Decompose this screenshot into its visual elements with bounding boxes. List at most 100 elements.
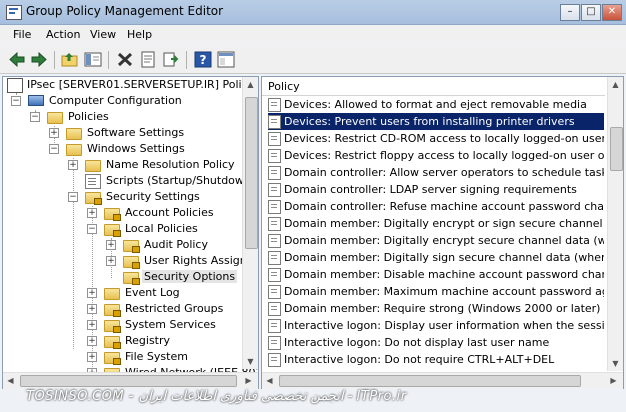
expand-toggle[interactable]: +	[106, 256, 116, 266]
menu-view[interactable]: View	[90, 28, 116, 41]
policy-name: Domain member: Digitally encrypt or sign…	[284, 217, 604, 230]
policy-row[interactable]: Domain member: Maximum machine account p…	[268, 283, 604, 300]
column-header-policy[interactable]: Policy	[262, 77, 605, 96]
export-icon[interactable]	[162, 51, 180, 68]
folder-icon	[104, 288, 120, 300]
app-window: Group Policy Management Editor – □ ✕ Fil…	[0, 0, 626, 412]
console-tree-panel: IPsec [SERVER01.SERVERSETUP.IR] Policy −…	[2, 76, 259, 390]
scroll-thumb[interactable]	[245, 97, 258, 249]
policy-name: Domain member: Digitally encrypt secure …	[284, 234, 604, 247]
menu-action[interactable]: Action	[46, 28, 80, 41]
properties-icon[interactable]	[139, 51, 157, 68]
scroll-left-arrow-icon[interactable]: ◀	[3, 373, 18, 388]
collapse-toggle[interactable]: −	[87, 224, 97, 234]
list-vertical-scrollbar[interactable]: ▲ ▼	[607, 77, 623, 371]
tree-label: Software Settings	[87, 126, 185, 139]
policy-setting-icon	[268, 132, 281, 146]
scroll-up-arrow-icon[interactable]: ▲	[243, 77, 258, 92]
policy-setting-icon	[268, 319, 281, 333]
policy-name: Domain member: Digitally sign secure cha…	[284, 251, 604, 264]
scroll-thumb[interactable]	[20, 375, 237, 387]
up-folder-icon[interactable]	[61, 51, 79, 68]
policy-name: Domain member: Disable machine account p…	[284, 268, 604, 281]
scroll-up-arrow-icon[interactable]: ▲	[608, 77, 623, 92]
policy-row[interactable]: Domain member: Disable machine account p…	[268, 266, 604, 283]
policy-row[interactable]: Domain member: Digitally sign secure cha…	[268, 249, 604, 266]
policy-name: Domain controller: LDAP server signing r…	[284, 183, 577, 196]
menu-help[interactable]: Help	[127, 28, 152, 41]
delete-icon[interactable]	[116, 51, 134, 68]
expand-toggle[interactable]: +	[87, 336, 97, 346]
toolbar: ?	[0, 46, 626, 74]
folder-icon	[85, 160, 101, 172]
expand-toggle[interactable]: +	[106, 240, 116, 250]
minimize-button[interactable]: –	[560, 4, 580, 21]
scroll-right-arrow-icon[interactable]: ▶	[241, 373, 256, 388]
policy-row[interactable]: Interactive logon: Do not require CTRL+A…	[268, 351, 604, 368]
console-icon[interactable]	[217, 51, 235, 68]
computer-icon	[28, 95, 44, 106]
gpo-editor-icon	[6, 5, 22, 20]
security-folder-icon	[104, 224, 121, 237]
expand-toggle[interactable]: +	[87, 304, 97, 314]
close-button[interactable]: ✕	[602, 4, 622, 21]
expand-toggle[interactable]: +	[68, 160, 78, 170]
window-title: Group Policy Management Editor	[26, 4, 224, 18]
security-folder-icon	[85, 192, 102, 205]
policy-row[interactable]: Domain member: Require strong (Windows 2…	[268, 300, 604, 317]
scroll-down-arrow-icon[interactable]: ▼	[608, 356, 623, 371]
expand-toggle[interactable]: +	[87, 288, 97, 298]
scroll-thumb[interactable]	[610, 127, 623, 171]
scroll-down-arrow-icon[interactable]: ▼	[243, 354, 258, 369]
column-header-label: Policy	[268, 80, 300, 93]
forward-icon[interactable]	[30, 51, 48, 68]
collapse-toggle[interactable]: −	[68, 192, 78, 202]
scroll-thumb[interactable]	[279, 375, 581, 387]
policy-row[interactable]: Interactive logon: Do not display last u…	[268, 334, 604, 351]
svg-text:?: ?	[200, 53, 207, 67]
folder-icon	[66, 144, 82, 156]
scroll-right-arrow-icon[interactable]: ▶	[606, 373, 621, 388]
collapse-toggle[interactable]: −	[30, 112, 40, 122]
tree-label: File System	[125, 350, 188, 363]
tree-label: Restricted Groups	[125, 302, 224, 315]
security-folder-icon	[104, 304, 121, 317]
security-folder-icon	[104, 336, 121, 349]
policy-row[interactable]: Domain controller: Refuse machine accoun…	[268, 198, 604, 215]
back-icon[interactable]	[8, 51, 26, 68]
expand-toggle[interactable]: +	[87, 352, 97, 362]
menu-file[interactable]: File	[13, 28, 31, 41]
expand-toggle[interactable]: +	[87, 208, 97, 218]
expand-toggle[interactable]: +	[87, 320, 97, 330]
policy-row[interactable]: Devices: Allowed to format and eject rem…	[268, 96, 604, 113]
show-tree-icon[interactable]	[84, 51, 102, 68]
policy-row[interactable]: Interactive logon: Display user informat…	[268, 317, 604, 334]
policy-name: Devices: Restrict CD-ROM access to local…	[284, 132, 604, 145]
policy-name: Devices: Allowed to format and eject rem…	[284, 98, 587, 111]
list-horizontal-scrollbar[interactable]: ◀ ▶	[262, 372, 623, 389]
scroll-left-arrow-icon[interactable]: ◀	[262, 373, 277, 388]
policy-row[interactable]: Devices: Restrict CD-ROM access to local…	[268, 130, 604, 147]
policy-name: Interactive logon: Do not display last u…	[284, 336, 550, 349]
collapse-toggle[interactable]: −	[49, 144, 59, 154]
collapse-toggle[interactable]: −	[11, 96, 21, 106]
policy-row[interactable]: Domain member: Digitally encrypt or sign…	[268, 215, 604, 232]
policy-row[interactable]: Domain controller: Allow server operator…	[268, 164, 604, 181]
tree-label: Security Settings	[106, 190, 200, 203]
security-folder-icon	[123, 256, 140, 269]
help-icon[interactable]: ?	[194, 51, 212, 68]
policy-setting-icon	[268, 234, 281, 248]
tree-horizontal-scrollbar[interactable]: ◀ ▶	[3, 372, 258, 389]
expand-toggle[interactable]: +	[49, 128, 59, 138]
security-folder-icon	[104, 208, 121, 221]
policy-row[interactable]: Devices: Restrict floppy access to local…	[268, 147, 604, 164]
policy-setting-icon	[268, 115, 281, 129]
tree-vertical-scrollbar[interactable]: ▲ ▼	[242, 77, 258, 369]
maximize-button[interactable]: □	[581, 4, 601, 21]
tree-label: Policies	[68, 110, 109, 123]
policy-row[interactable]: Domain member: Digitally encrypt secure …	[268, 232, 604, 249]
title-bar[interactable]: Group Policy Management Editor – □ ✕	[0, 0, 626, 25]
policy-row-selected[interactable]: Devices: Prevent users from installing p…	[268, 113, 604, 130]
policy-document-icon	[7, 78, 23, 93]
policy-row[interactable]: Domain controller: LDAP server signing r…	[268, 181, 604, 198]
